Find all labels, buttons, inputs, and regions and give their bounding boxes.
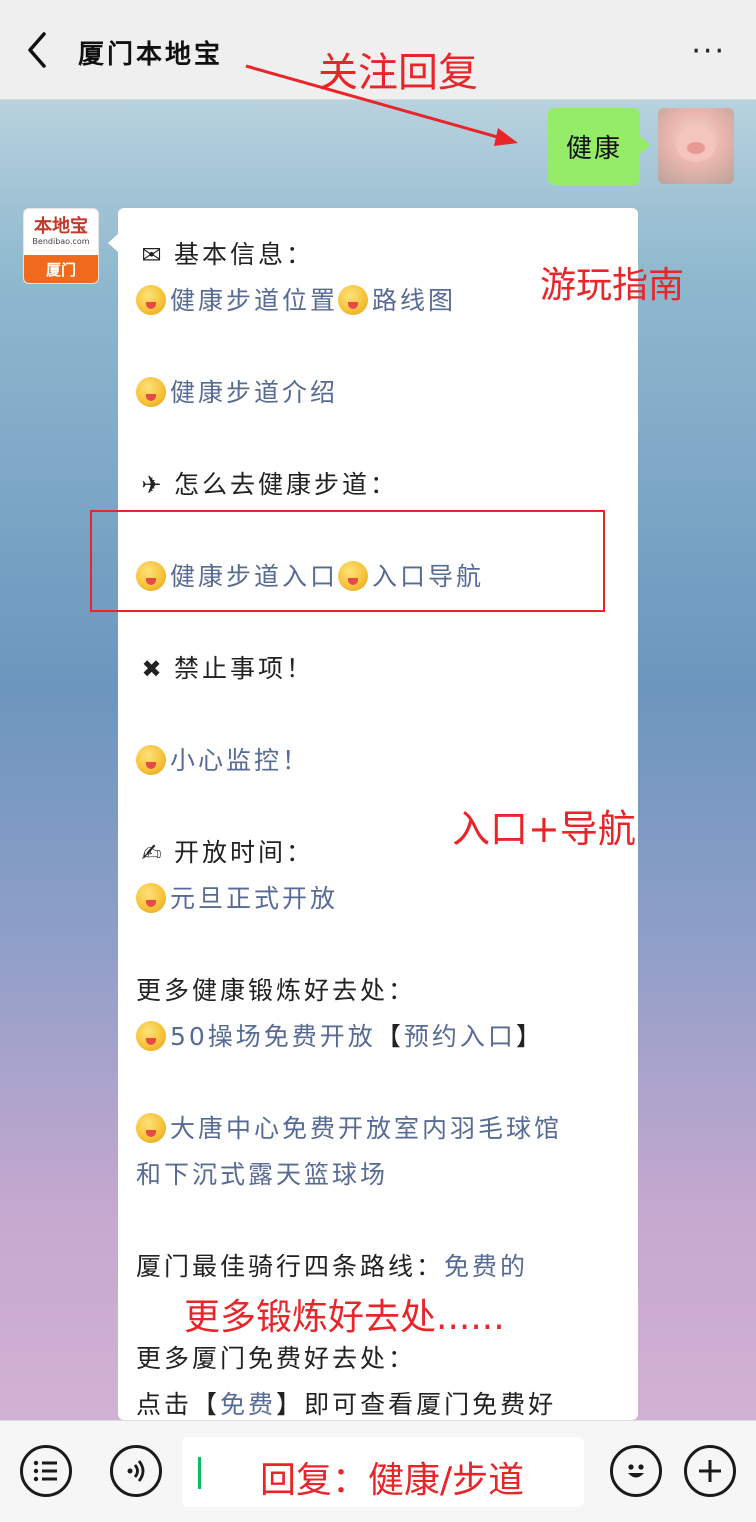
- envelope-icon: ✉: [141, 241, 165, 269]
- hours-line: 元旦正式开放: [136, 876, 620, 922]
- route-link[interactable]: 路线图: [372, 286, 456, 315]
- wink-tongue-emoji-icon: [136, 1021, 166, 1051]
- click-suffix: 即可查看厦门免费好: [304, 1390, 557, 1419]
- more-free-heading: 更多厦门免费好去处：: [136, 1344, 417, 1373]
- writing-hand-icon: ✍: [141, 839, 165, 867]
- chat-title: 厦门本地宝: [78, 40, 224, 70]
- annotation-input-hint: 回复：健康/步道: [260, 1460, 525, 1501]
- bracket-close: 】: [515, 1022, 544, 1051]
- location-link[interactable]: 健康步道位置: [170, 286, 338, 315]
- datang-line-1: 大唐中心免费开放室内羽毛球馆: [136, 1106, 620, 1152]
- cycling-line: 厦门最佳骑行四条路线：免费的: [136, 1244, 620, 1290]
- wink-tongue-emoji-icon: [338, 285, 369, 315]
- user-avatar[interactable]: [658, 108, 734, 184]
- voice-icon[interactable]: [110, 1445, 162, 1497]
- more-exercise-line: 更多健康锻炼好去处：: [136, 968, 620, 1014]
- more-free-line: 更多厦门免费好去处：: [136, 1336, 620, 1382]
- sent-message-bubble[interactable]: 健康: [547, 108, 651, 185]
- annotation-tour-guide: 游玩指南: [540, 265, 685, 306]
- intro-line: 健康步道介绍: [136, 370, 620, 416]
- wink-tongue-emoji-icon: [136, 1113, 166, 1143]
- basic-info-heading: 基本信息：: [174, 240, 315, 269]
- monitor-line: 小心监控！: [136, 738, 620, 784]
- how-to-go-heading: 怎么去健康步道：: [174, 470, 399, 499]
- wink-tongue-emoji-icon: [136, 745, 166, 775]
- annotation-entry-nav: 入口+导航: [452, 807, 636, 851]
- message-input[interactable]: 回复：健康/步道: [182, 1437, 584, 1507]
- bracket-open: 【: [375, 1022, 404, 1051]
- annotation-more-places: 更多锻炼好去处......: [184, 1297, 505, 1338]
- datang-line-2: 和下沉式露天篮球场: [136, 1152, 620, 1198]
- chevron-left-icon[interactable]: [22, 28, 62, 78]
- airplane-icon: ✈: [141, 471, 165, 499]
- pig-snout-graphic: [687, 142, 705, 154]
- datang-link-part1[interactable]: 大唐中心免费开放室内羽毛球馆: [170, 1114, 562, 1143]
- cycling-prefix: 厦门最佳骑行四条路线：: [136, 1252, 445, 1281]
- intro-link[interactable]: 健康步道介绍: [170, 378, 338, 407]
- plus-icon[interactable]: [684, 1445, 736, 1497]
- click-prefix: 点击: [136, 1390, 193, 1419]
- list-icon[interactable]: [20, 1445, 72, 1497]
- prohibited-line: ✖ 禁止事项！: [136, 646, 620, 692]
- text-cursor: [198, 1457, 201, 1489]
- entrance-highlight-box: [90, 510, 605, 612]
- smile-icon[interactable]: [610, 1445, 662, 1497]
- datang-link-part2[interactable]: 和下沉式露天篮球场: [136, 1160, 388, 1189]
- logo-domain: Bendibao.com: [32, 237, 90, 246]
- cross-mark-icon: ✖: [141, 655, 165, 683]
- bracket-open-2: 【: [192, 1390, 221, 1419]
- click-free-line: 点击【免费】即可查看厦门免费好: [136, 1382, 620, 1420]
- more-exercise-heading: 更多健康锻炼好去处：: [136, 976, 417, 1005]
- cycling-link[interactable]: 免费的: [444, 1252, 528, 1281]
- prohibited-heading: 禁止事项！: [174, 654, 315, 683]
- booking-link[interactable]: 预约入口: [404, 1022, 516, 1051]
- field-line: 50操场免费开放【预约入口】: [136, 1014, 620, 1060]
- official-account-avatar[interactable]: 本地宝 Bendibao.com 厦门: [23, 208, 99, 284]
- logo-city: 厦门: [24, 255, 98, 283]
- more-options-button[interactable]: ···: [691, 34, 726, 69]
- wink-tongue-emoji-icon: [136, 377, 166, 407]
- annotation-follow-reply: 关注回复: [318, 50, 478, 96]
- logo-top: 本地宝 Bendibao.com: [24, 209, 98, 255]
- chat-input-bar: 回复：健康/步道: [0, 1420, 756, 1522]
- field-link[interactable]: 50操场免费开放: [170, 1022, 376, 1051]
- monitor-link[interactable]: 小心监控！: [170, 746, 310, 775]
- sent-message-row: 健康: [547, 108, 734, 185]
- wink-tongue-emoji-icon: [136, 883, 166, 913]
- wink-tongue-emoji-icon: [136, 285, 166, 315]
- how-to-go-line: ✈ 怎么去健康步道：: [136, 462, 620, 508]
- hours-heading: 开放时间：: [174, 838, 315, 867]
- hours-link[interactable]: 元旦正式开放: [170, 884, 338, 913]
- free-link[interactable]: 免费: [220, 1390, 276, 1419]
- bracket-close-2: 】: [276, 1390, 305, 1419]
- bubble-tail: [108, 234, 118, 252]
- logo-text: 本地宝: [34, 216, 88, 237]
